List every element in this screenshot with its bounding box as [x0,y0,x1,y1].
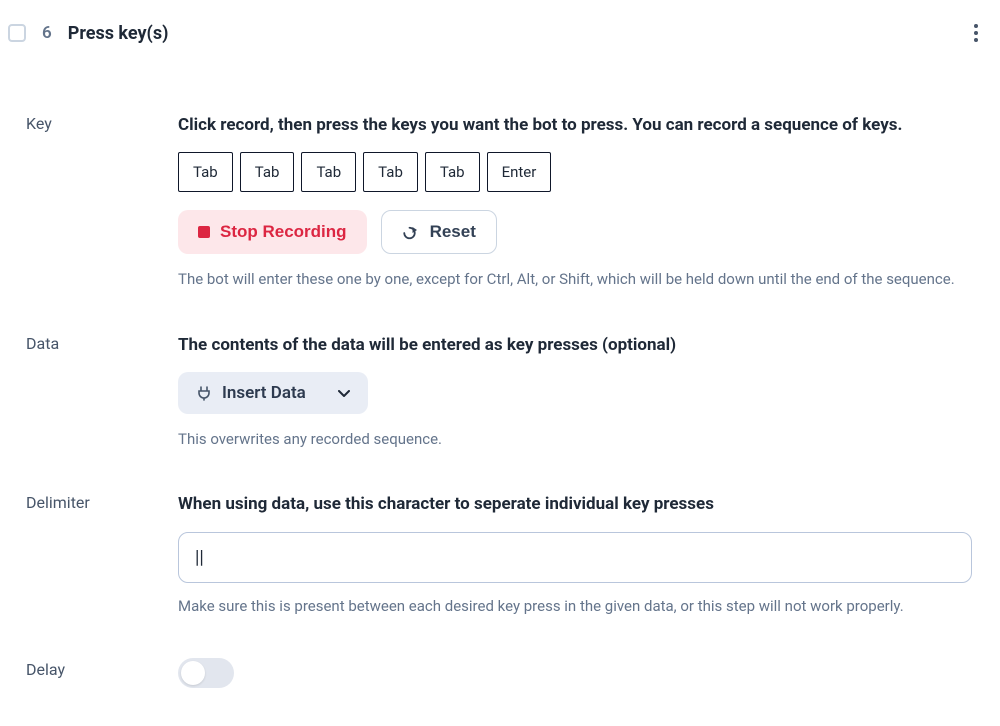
key-chip[interactable]: Tab [301,152,356,192]
key-row: Key Click record, then press the keys yo… [26,112,972,292]
delay-toggle[interactable] [178,658,234,688]
more-menu-icon[interactable] [968,18,984,48]
delay-row: Delay [26,658,972,688]
redo-icon [402,225,420,239]
reset-button[interactable]: Reset [381,210,497,254]
key-description: Click record, then press the keys you wa… [178,112,972,138]
reset-label: Reset [430,222,476,242]
key-help-text: The bot will enter these one by one, exc… [178,268,972,291]
step-title: Press key(s) [68,23,169,44]
key-chip[interactable]: Tab [178,152,233,192]
plug-icon [196,385,212,401]
stop-recording-label: Stop Recording [220,222,347,242]
insert-data-dropdown[interactable]: Insert Data [178,372,368,414]
toggle-knob [181,661,205,685]
delimiter-label: Delimiter [26,491,178,512]
key-sequence: Tab Tab Tab Tab Tab Enter [178,152,972,192]
key-chip[interactable]: Tab [240,152,295,192]
data-row: Data The contents of the data will be en… [26,332,972,452]
data-description: The contents of the data will be entered… [178,332,972,358]
delimiter-description: When using data, use this character to s… [178,491,972,517]
key-label: Key [26,112,178,133]
key-chip[interactable]: Tab [425,152,480,192]
chevron-down-icon [338,383,350,403]
data-label: Data [26,332,178,353]
delimiter-help-text: Make sure this is present between each d… [178,595,972,618]
delimiter-input[interactable] [178,532,972,583]
step-number: 6 [42,23,52,43]
stop-recording-button[interactable]: Stop Recording [178,210,367,254]
key-chip[interactable]: Tab [363,152,418,192]
step-checkbox[interactable] [8,24,26,42]
data-help-text: This overwrites any recorded sequence. [178,428,972,451]
delimiter-row: Delimiter When using data, use this char… [26,491,972,618]
step-header: 6 Press key(s) [4,18,990,52]
insert-data-label: Insert Data [222,383,306,403]
stop-icon [198,226,210,238]
key-chip[interactable]: Enter [487,152,552,192]
delay-label: Delay [26,658,178,679]
